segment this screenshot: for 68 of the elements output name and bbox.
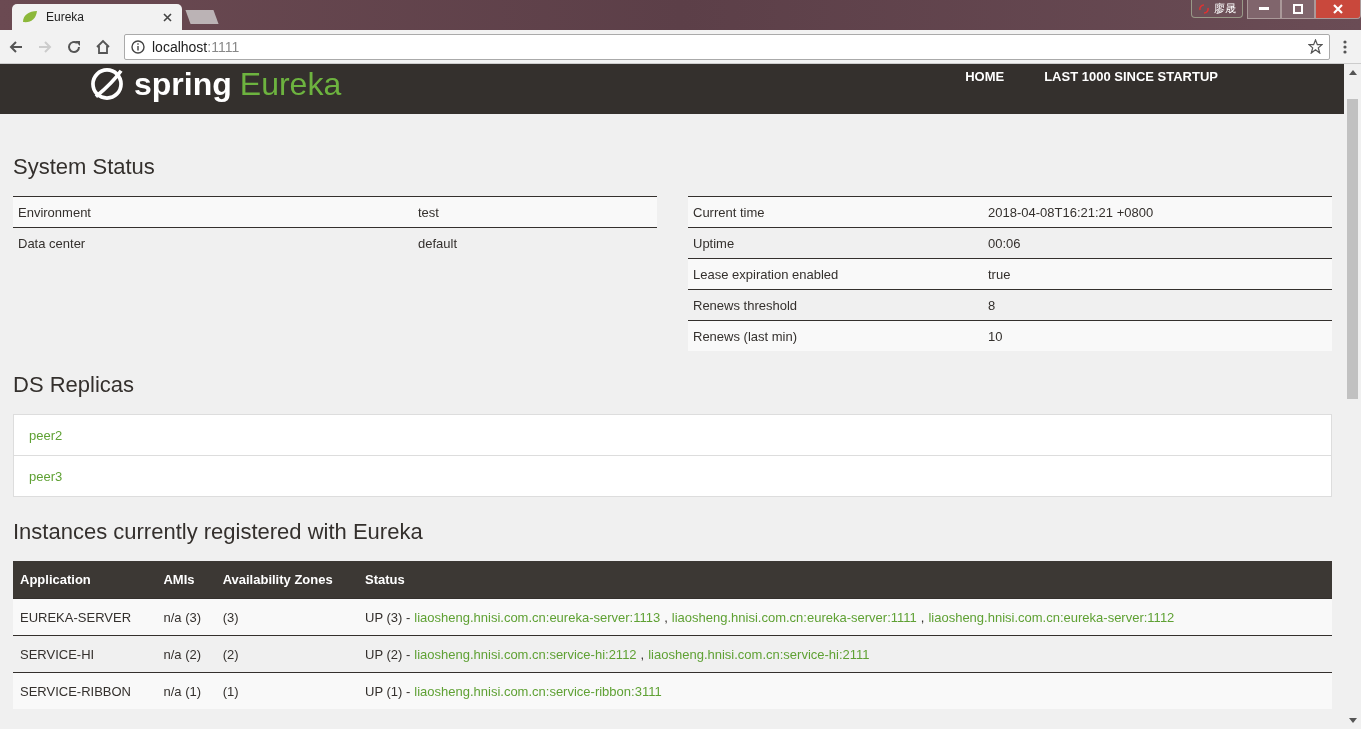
star-icon[interactable] bbox=[1308, 39, 1323, 54]
table-cell: default bbox=[413, 227, 657, 258]
restore-button[interactable] bbox=[1281, 0, 1315, 19]
instance-link[interactable]: liaosheng.hnisi.com.cn:eureka-server:1113 bbox=[414, 609, 661, 625]
table-cell: Renews (last min) bbox=[688, 320, 983, 351]
instance-link[interactable]: liaosheng.hnisi.com.cn:eureka-server:1111 bbox=[671, 609, 917, 625]
address-bar[interactable]: localhost:1111 bbox=[124, 33, 1330, 60]
table-cell: Renews threshold bbox=[688, 289, 983, 321]
column-header: AMIs bbox=[156, 561, 216, 599]
scroll-up-icon[interactable] bbox=[1348, 70, 1357, 75]
scrollbar-thumb[interactable] bbox=[1347, 99, 1358, 399]
nav-link[interactable]: HOME bbox=[965, 69, 1005, 84]
separator-text: , bbox=[664, 609, 668, 625]
user-badge[interactable]: 廖晟 bbox=[1191, 0, 1243, 18]
table-cell: 10 bbox=[983, 320, 1332, 351]
nav-link[interactable]: LAST 1000 SINCE STARTUP bbox=[1044, 69, 1218, 84]
minimize-icon bbox=[1259, 7, 1269, 11]
table-cell: Environment bbox=[13, 196, 413, 228]
scrollbar[interactable] bbox=[1344, 64, 1361, 729]
status-text: UP (1) - bbox=[365, 683, 411, 699]
sync-icon bbox=[1198, 3, 1210, 14]
table-cell: Data center bbox=[13, 227, 413, 258]
column-header: Status bbox=[358, 561, 1332, 599]
restore-icon bbox=[1293, 4, 1303, 14]
replica-link[interactable]: peer2 bbox=[29, 427, 63, 443]
leaf-icon bbox=[22, 10, 38, 24]
section-heading: Instances currently registered with Eureka bbox=[13, 519, 424, 545]
separator-text: , bbox=[920, 609, 925, 625]
logo[interactable]: spring Eureka bbox=[88, 64, 342, 104]
table-cell: (2) bbox=[215, 635, 358, 673]
table-cell: test bbox=[413, 196, 657, 228]
status-text: UP (2) - bbox=[365, 646, 411, 662]
column-header: Application bbox=[13, 561, 157, 599]
table-cell: Uptime bbox=[688, 227, 983, 259]
tab-title: Eureka bbox=[46, 10, 86, 24]
table-cell: SERVICE-HI bbox=[13, 635, 157, 673]
table-cell: true bbox=[983, 258, 1332, 290]
column-header: Availability Zones bbox=[215, 561, 358, 599]
scroll-down-icon[interactable] bbox=[1348, 718, 1357, 723]
instance-link[interactable]: liaosheng.hnisi.com.cn:service-hi:2112 bbox=[414, 646, 637, 662]
info-icon bbox=[131, 39, 145, 54]
instance-link[interactable]: liaosheng.hnisi.com.cn:service-ribbon:3111 bbox=[414, 683, 662, 699]
table-cell: 00:06 bbox=[983, 227, 1332, 259]
table-cell: 2018-04-08T16:21:21 +0800 bbox=[983, 196, 1332, 228]
section-heading: DS Replicas bbox=[13, 372, 136, 398]
instance-link[interactable]: liaosheng.hnisi.com.cn:eureka-server:1112 bbox=[928, 609, 1175, 625]
browser-tab[interactable]: Eureka bbox=[12, 4, 182, 30]
close-window-button[interactable] bbox=[1315, 0, 1361, 19]
table-cell: 8 bbox=[983, 289, 1332, 321]
home-icon[interactable] bbox=[95, 38, 111, 55]
back-icon[interactable] bbox=[8, 38, 24, 55]
instance-link[interactable]: liaosheng.hnisi.com.cn:service-hi:2111 bbox=[648, 646, 870, 662]
menu-icon[interactable] bbox=[1343, 39, 1347, 54]
minimize-button[interactable] bbox=[1247, 0, 1281, 19]
new-tab-button[interactable] bbox=[185, 10, 219, 24]
reload-icon[interactable] bbox=[66, 38, 82, 55]
separator-text: , bbox=[640, 646, 645, 662]
section-heading: System Status bbox=[13, 154, 156, 180]
table-cell: SERVICE-RIBBON bbox=[13, 672, 157, 709]
table-cell: n/a (1) bbox=[156, 672, 216, 709]
table-cell: (1) bbox=[215, 672, 358, 709]
status-text: UP (3) - bbox=[365, 609, 411, 625]
replica-link[interactable]: peer3 bbox=[29, 468, 63, 484]
table-cell: Current time bbox=[688, 196, 983, 228]
close-icon[interactable] bbox=[163, 12, 172, 22]
table-cell: Lease expiration enabled bbox=[688, 258, 983, 290]
close-icon bbox=[1333, 4, 1343, 14]
table-cell: n/a (2) bbox=[156, 635, 216, 673]
